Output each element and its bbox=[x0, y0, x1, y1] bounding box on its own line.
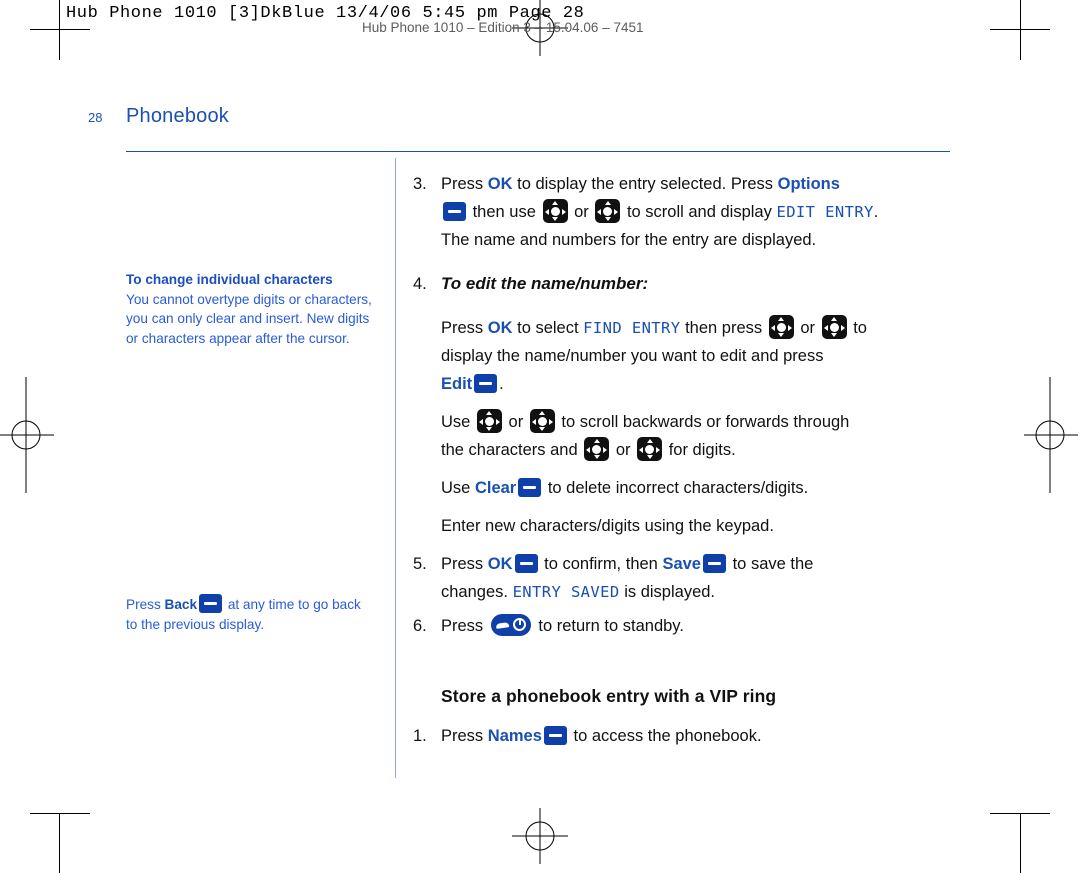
s4p3-text-2: to delete incorrect characters/digits. bbox=[547, 479, 809, 497]
side-note2-lead: Press bbox=[126, 597, 161, 612]
vip-step-1-text-1: Press bbox=[441, 727, 484, 745]
navigation-left-icon bbox=[584, 437, 610, 461]
vip-step-1-key-names: Names bbox=[487, 727, 542, 745]
s4p1-text-4: or bbox=[800, 319, 815, 337]
step-3: 3. Press OK to display the entry selecte… bbox=[413, 170, 958, 254]
instruction-column: 3. Press OK to display the entry selecte… bbox=[413, 170, 958, 756]
s4p1-text-6: display the name/number you want to edit… bbox=[441, 347, 824, 365]
s4p2-text-2: or bbox=[508, 413, 524, 431]
step-3-text-2: to display the entry selected. Press bbox=[517, 175, 774, 193]
s4p2-text-4: the characters and bbox=[441, 441, 578, 459]
s4p1-display-text: FIND ENTRY bbox=[583, 319, 681, 337]
step-4-para-2: Use or to scroll backwards or forwards t… bbox=[441, 408, 958, 464]
navigation-down-icon bbox=[595, 199, 621, 223]
side-note-change-characters: To change individual characters You cann… bbox=[126, 270, 374, 348]
navigation-up-icon bbox=[476, 409, 502, 433]
step-4: 4. To edit the name/number: bbox=[413, 270, 958, 298]
step-6-text-1: Press bbox=[441, 617, 484, 635]
step-4-number: 4. bbox=[413, 275, 427, 293]
s4p2-text-6: for digits. bbox=[668, 441, 736, 459]
softkey-icon bbox=[543, 726, 567, 745]
navigation-up-icon bbox=[768, 315, 794, 339]
softkey-icon bbox=[703, 554, 726, 573]
navigation-right-icon bbox=[637, 437, 663, 461]
side-note-title: To change individual characters bbox=[126, 272, 333, 287]
end-call-key-icon bbox=[490, 614, 531, 636]
step-3-number: 3. bbox=[413, 175, 427, 193]
softkey-icon bbox=[518, 478, 542, 497]
step-5: 5. Press OK to confirm, then Save to sav… bbox=[413, 550, 958, 606]
chapter-title: Phonebook bbox=[126, 105, 230, 127]
step-3-text-6: The name and numbers for the entry are d… bbox=[441, 231, 817, 249]
navigation-down-icon bbox=[821, 315, 847, 339]
step-5-text-5: is displayed. bbox=[624, 583, 716, 601]
side-note-back-key: Press Back at any time to go back to the… bbox=[126, 594, 374, 634]
s4p2-text-1: Use bbox=[441, 413, 471, 431]
step-5-text-2: to confirm, then bbox=[544, 555, 658, 573]
softkey-icon bbox=[474, 374, 498, 393]
step-6-number: 6. bbox=[413, 617, 427, 635]
vip-step-1-text-2: to access the phonebook. bbox=[573, 727, 762, 745]
s4p3-key-clear: Clear bbox=[474, 479, 517, 497]
step-4-para-4: Enter new characters/digits using the ke… bbox=[441, 517, 774, 535]
step-5-text-1: Press bbox=[441, 555, 484, 573]
softkey-icon bbox=[199, 594, 223, 613]
step-4-title: To edit the name/number: bbox=[441, 274, 649, 293]
navigation-up-icon bbox=[542, 199, 568, 223]
s4p1-key-ok: OK bbox=[487, 319, 513, 337]
side-note2-text: at any time to go back to the previous d… bbox=[126, 597, 361, 632]
step-3-text-5: to scroll and display bbox=[626, 203, 772, 221]
vip-step-1-number: 1. bbox=[413, 727, 427, 745]
step-4-para-1: Press OK to select FIND ENTRY then press… bbox=[441, 314, 958, 398]
column-divider bbox=[395, 158, 396, 778]
step-6-text-2: to return to standby. bbox=[538, 617, 684, 635]
header-rule bbox=[126, 151, 950, 153]
step-6: 6. Press to return to standby. bbox=[413, 612, 958, 640]
step-5-key-ok: OK bbox=[487, 555, 513, 573]
manual-page: 28 Phonebook To change individual charac… bbox=[0, 0, 1080, 873]
s4p1-text-1: Press bbox=[441, 319, 484, 337]
step-3-period: . bbox=[873, 203, 879, 221]
step-3-key-ok: OK bbox=[487, 175, 513, 193]
step-3-text-3: then use bbox=[472, 203, 536, 221]
s4p1-text-3: then press bbox=[685, 319, 763, 337]
step-5-number: 5. bbox=[413, 555, 427, 573]
softkey-icon bbox=[514, 554, 538, 573]
step-3-text-4: or bbox=[574, 203, 589, 221]
step-5-text-4: changes. bbox=[441, 583, 508, 601]
step-5-text-3: to save the bbox=[732, 555, 814, 573]
s4p1-text-2: to select bbox=[517, 319, 579, 337]
step-3-text-1: Press bbox=[441, 175, 484, 193]
s4p2-text-5: or bbox=[615, 441, 631, 459]
step-3-key-options: Options bbox=[777, 175, 840, 193]
vip-step-1: 1. Press Names to access the phonebook. bbox=[413, 722, 958, 750]
s4p1-key-edit: Edit bbox=[441, 375, 473, 393]
softkey-icon bbox=[443, 202, 466, 221]
navigation-down-icon bbox=[529, 409, 555, 433]
s4p1-period: . bbox=[499, 375, 504, 393]
page-number: 28 bbox=[88, 110, 103, 125]
step-5-key-save: Save bbox=[662, 555, 701, 573]
s4p3-text-1: Use bbox=[441, 479, 471, 497]
s4p1-text-5: to bbox=[853, 319, 867, 337]
step-4-para-3: Use Clear to delete incorrect characters… bbox=[441, 474, 958, 502]
side-note2-key-label: Back bbox=[164, 597, 198, 612]
s4p2-text-3: to scroll backwards or forwards through bbox=[561, 413, 850, 431]
side-note-text: You cannot overtype digits or characters… bbox=[126, 291, 372, 346]
section-heading-vip-ring: Store a phonebook entry with a VIP ring bbox=[441, 686, 777, 706]
step-3-display-text: EDIT ENTRY bbox=[776, 203, 874, 221]
step-5-display-text: ENTRY SAVED bbox=[512, 583, 620, 601]
